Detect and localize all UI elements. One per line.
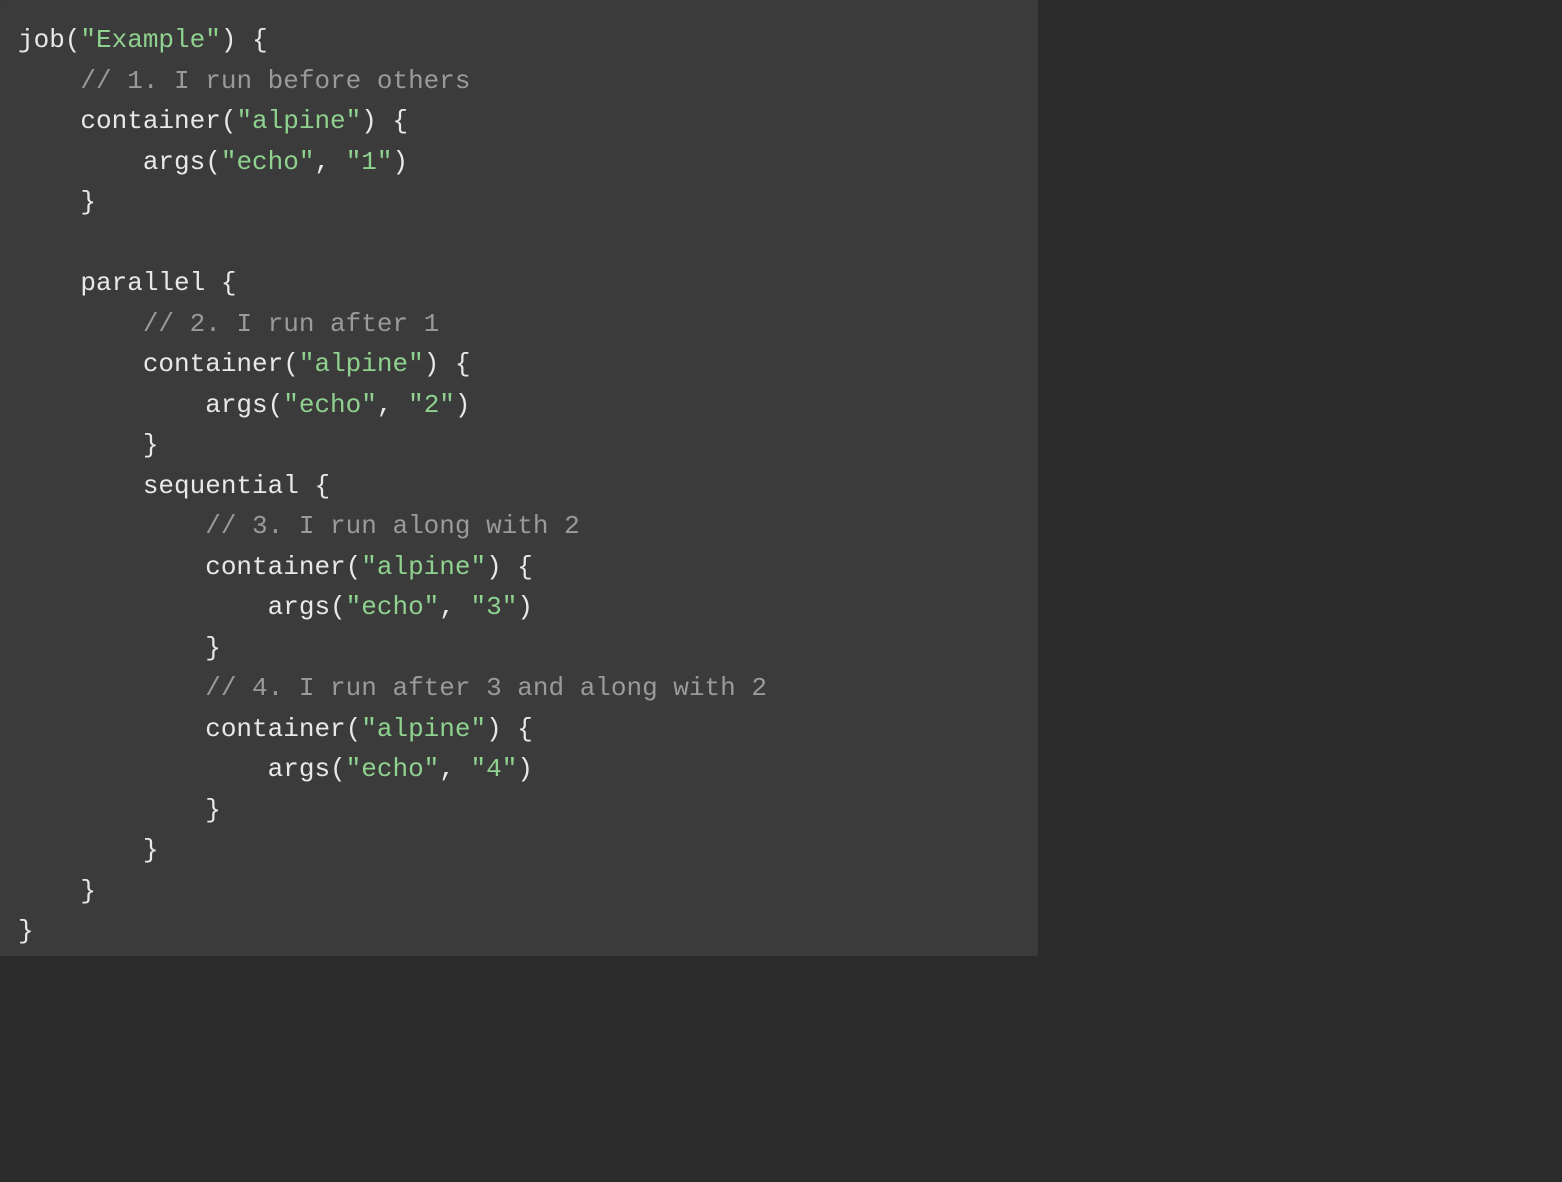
code-token-kw: , <box>314 147 345 177</box>
code-token-kw: ) { <box>486 714 533 744</box>
code-token-str: "alpine" <box>361 552 486 582</box>
code-token-kw: ) { <box>486 552 533 582</box>
code-token-kw <box>18 66 80 96</box>
code-token-kw: } <box>18 633 221 663</box>
code-token-kw: ) { <box>361 106 408 136</box>
code-token-kw: } <box>18 876 96 906</box>
code-block[interactable]: job("Example") { // 1. I run before othe… <box>0 0 1038 956</box>
code-token-kw: container( <box>18 106 236 136</box>
code-token-kw: } <box>18 916 34 946</box>
code-token-kw: args( <box>18 592 346 622</box>
code-token-kw: ) { <box>424 349 471 379</box>
code-token-kw: args( <box>18 147 221 177</box>
code-token-kw <box>18 511 205 541</box>
code-token-kw: , <box>377 390 408 420</box>
code-token-kw: ) <box>517 754 533 784</box>
code-token-str: "alpine" <box>361 714 486 744</box>
code-token-kw: parallel { <box>18 268 236 298</box>
code-token-kw: ) { <box>221 25 268 55</box>
code-token-kw: job( <box>18 25 80 55</box>
code-token-com: // 1. I run before others <box>80 66 470 96</box>
code-token-str: "echo" <box>283 390 377 420</box>
code-token-kw: args( <box>18 754 346 784</box>
code-token-kw: container( <box>18 552 361 582</box>
code-token-kw: } <box>18 795 221 825</box>
code-token-str: "1" <box>346 147 393 177</box>
code-token-kw: ) <box>455 390 471 420</box>
code-token-kw: , <box>439 592 470 622</box>
code-token-kw: args( <box>18 390 283 420</box>
code-token-kw: , <box>439 754 470 784</box>
code-token-str: "echo" <box>346 592 440 622</box>
code-token-kw <box>18 673 205 703</box>
code-token-kw <box>18 309 143 339</box>
code-token-kw: } <box>18 430 158 460</box>
code-token-com: // 3. I run along with 2 <box>205 511 579 541</box>
code-token-kw: ) <box>517 592 533 622</box>
code-token-str: "2" <box>408 390 455 420</box>
code-token-kw: } <box>18 835 158 865</box>
code-token-kw: ) <box>393 147 409 177</box>
code-token-str: "alpine" <box>299 349 424 379</box>
code-token-str: "alpine" <box>236 106 361 136</box>
code-token-str: "4" <box>471 754 518 784</box>
code-token-str: "echo" <box>221 147 315 177</box>
code-token-str: "3" <box>471 592 518 622</box>
code-token-com: // 2. I run after 1 <box>143 309 439 339</box>
code-token-kw: sequential { <box>18 471 330 501</box>
code-token-kw: container( <box>18 714 361 744</box>
code-token-str: "Example" <box>80 25 220 55</box>
code-token-kw: container( <box>18 349 299 379</box>
code-token-com: // 4. I run after 3 and along with 2 <box>205 673 767 703</box>
code-token-kw: } <box>18 187 96 217</box>
code-token-str: "echo" <box>346 754 440 784</box>
